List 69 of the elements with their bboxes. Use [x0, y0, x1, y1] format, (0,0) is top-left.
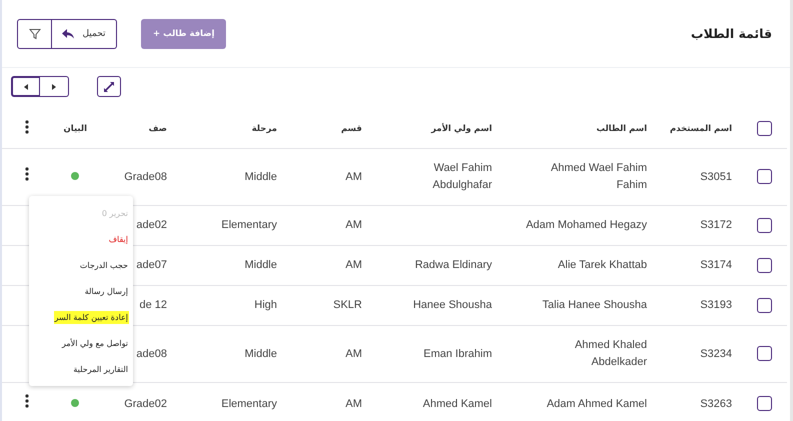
table-cell: SKLR: [333, 299, 362, 311]
table-cell: Wael Fahim Abdulghafar: [432, 162, 492, 191]
table-cell: S3172: [700, 219, 732, 231]
table-cell: S3263: [700, 398, 732, 410]
table-cell: Grade08: [124, 170, 167, 182]
table-cell: de 12: [139, 299, 167, 311]
table-cell: S3193: [700, 299, 732, 311]
table-cell: AM: [346, 259, 362, 271]
table-cell: Ahmed Kamel: [422, 398, 492, 410]
previous-button[interactable]: [11, 76, 40, 97]
expand-button[interactable]: [97, 76, 121, 97]
table-cell: AM: [346, 170, 362, 182]
menu-item[interactable]: تواصل مع ولي الأمر: [29, 330, 133, 356]
menu-item[interactable]: إيقاف: [29, 226, 133, 252]
table-cell: Middle: [244, 348, 277, 360]
menu-item[interactable]: التقارير المرحلية: [29, 356, 133, 382]
table-cell: Adam Mohamed Hegazy: [526, 219, 647, 231]
filter-icon: [28, 28, 40, 40]
menu-item[interactable]: حجب الدرجات: [29, 252, 133, 278]
column-header: البيان: [64, 124, 87, 134]
next-button[interactable]: [40, 76, 69, 97]
table-cell: Grade02: [124, 398, 167, 410]
table-cell: ade08: [136, 348, 167, 360]
row-checkbox[interactable]: [757, 258, 772, 273]
table-cell: Alie Tarek Khattab: [558, 259, 647, 271]
table-cell: ade07: [136, 259, 167, 271]
expand-icon: [104, 82, 114, 92]
column-header: اسم الطالب: [596, 124, 647, 134]
column-header: اسم ولي الأمر: [431, 124, 492, 134]
download-button[interactable]: تحميل: [52, 18, 117, 48]
column-header: صف: [148, 124, 167, 134]
column-header: اسم المستخدم: [670, 124, 732, 134]
table-cell: S3174: [700, 259, 732, 271]
table-cell: S3051: [700, 170, 732, 182]
reply-arrow-icon: [62, 28, 74, 38]
table-cell: Eman Ibrahim: [424, 348, 492, 360]
row-checkbox[interactable]: [757, 396, 772, 412]
table-cell: ade02: [136, 219, 167, 231]
left-triangle-icon: [24, 84, 28, 90]
table-cell: S3234: [700, 348, 732, 360]
row-checkbox[interactable]: [757, 218, 772, 233]
table-cell: Adam Ahmed Kamel: [546, 398, 647, 410]
filter-button[interactable]: [17, 18, 52, 48]
table-cell: Middle: [244, 170, 277, 182]
table-cell: AM: [346, 219, 362, 231]
page-title: قائمة الطلاب: [690, 26, 772, 41]
more-icon[interactable]: [25, 394, 29, 408]
table-cell: Elementary: [221, 398, 277, 410]
column-header: مرحلة: [252, 124, 277, 134]
select-all-checkbox[interactable]: [757, 121, 772, 136]
row-checkbox[interactable]: [757, 298, 772, 313]
more-icon[interactable]: [25, 167, 29, 181]
table-cell: Hanee Shousha: [413, 299, 492, 311]
more-icon[interactable]: [25, 120, 29, 134]
column-header: قسم: [341, 124, 362, 134]
table-cell: Talia Hanee Shousha: [542, 299, 647, 311]
row-checkbox[interactable]: [757, 169, 772, 184]
table-cell: Radwa Eldinary: [414, 259, 492, 271]
table-cell: High: [254, 299, 277, 311]
table-cell: AM: [346, 348, 362, 360]
table-cell: Ahmed Wael Fahim Fahim: [550, 162, 647, 191]
menu-item[interactable]: إعادة تعيين كلمة السر: [29, 304, 133, 330]
table-cell: Middle: [244, 259, 277, 271]
table-cell: Ahmed Khaled Abdelkader: [574, 339, 647, 368]
table-cell: AM: [346, 398, 362, 410]
table-cell: Elementary: [221, 219, 277, 231]
row-checkbox[interactable]: [757, 346, 772, 362]
menu-item[interactable]: إرسال رسالة: [29, 278, 133, 304]
right-triangle-icon: [52, 84, 56, 90]
